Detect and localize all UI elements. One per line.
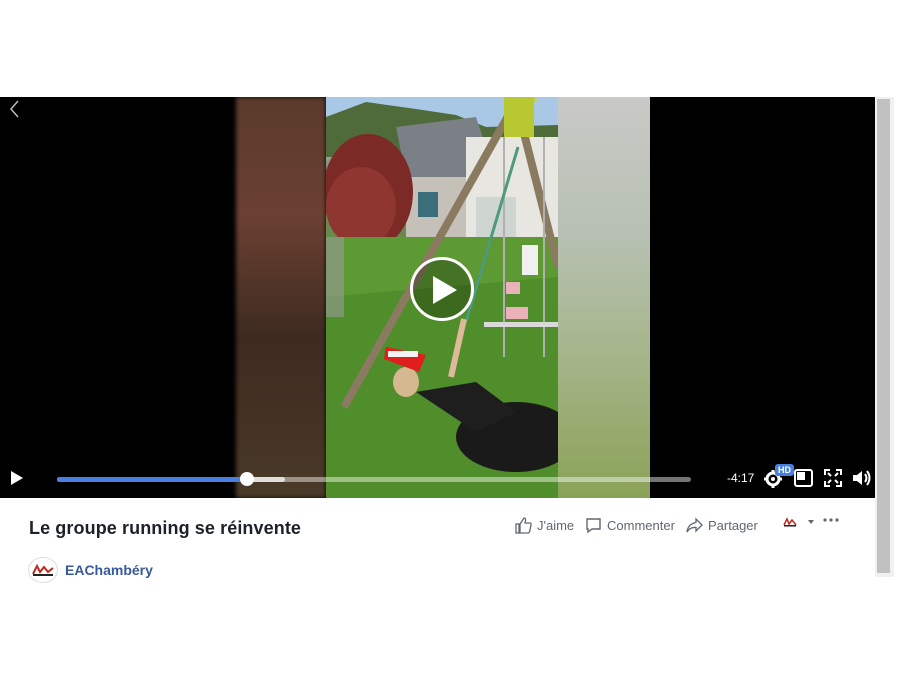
video-controls: -4:17 HD	[0, 458, 875, 498]
hd-badge: HD	[775, 464, 794, 476]
share-label: Partager	[708, 518, 758, 533]
comment-icon	[586, 518, 601, 534]
progress-bar[interactable]	[57, 472, 691, 486]
comment-button[interactable]: Commenter	[585, 517, 675, 534]
post-as-selector[interactable]	[783, 517, 821, 527]
page-avatar-small-icon	[783, 517, 797, 527]
video-player[interactable]: -4:17 HD	[0, 97, 875, 498]
share-icon	[686, 517, 703, 533]
page-logo[interactable]	[28, 557, 58, 583]
thumbs-up-icon	[515, 517, 532, 534]
progress-played	[57, 477, 248, 482]
play-overlay-button[interactable]	[410, 257, 474, 321]
time-remaining: -4:17	[727, 471, 755, 485]
caret-down-icon	[808, 520, 814, 524]
volume-icon[interactable]	[851, 467, 873, 489]
page-name-link[interactable]: EAChambéry	[65, 562, 153, 578]
back-chevron-icon[interactable]	[6, 99, 24, 119]
more-horizontal-icon	[823, 518, 839, 522]
like-label: J'aime	[537, 518, 575, 533]
post-title: Le groupe running se réinvente	[29, 518, 302, 538]
scrollbar[interactable]	[875, 97, 894, 577]
play-icon	[433, 276, 457, 304]
fullscreen-icon[interactable]	[822, 467, 844, 489]
miniplayer-icon[interactable]	[793, 467, 815, 489]
comment-label: Commenter	[607, 518, 675, 533]
play-button[interactable]	[8, 469, 26, 487]
more-options-button[interactable]	[823, 517, 844, 523]
eachambery-logo-icon	[32, 563, 54, 576]
scrollbar-thumb[interactable]	[877, 99, 890, 573]
video-blur-left	[236, 97, 326, 498]
like-button[interactable]: J'aime	[515, 517, 574, 534]
share-button[interactable]: Partager	[686, 517, 758, 534]
progress-scrubber[interactable]	[240, 472, 255, 486]
page-attribution: EAChambéry	[28, 557, 153, 583]
video-blur-right	[558, 97, 650, 498]
